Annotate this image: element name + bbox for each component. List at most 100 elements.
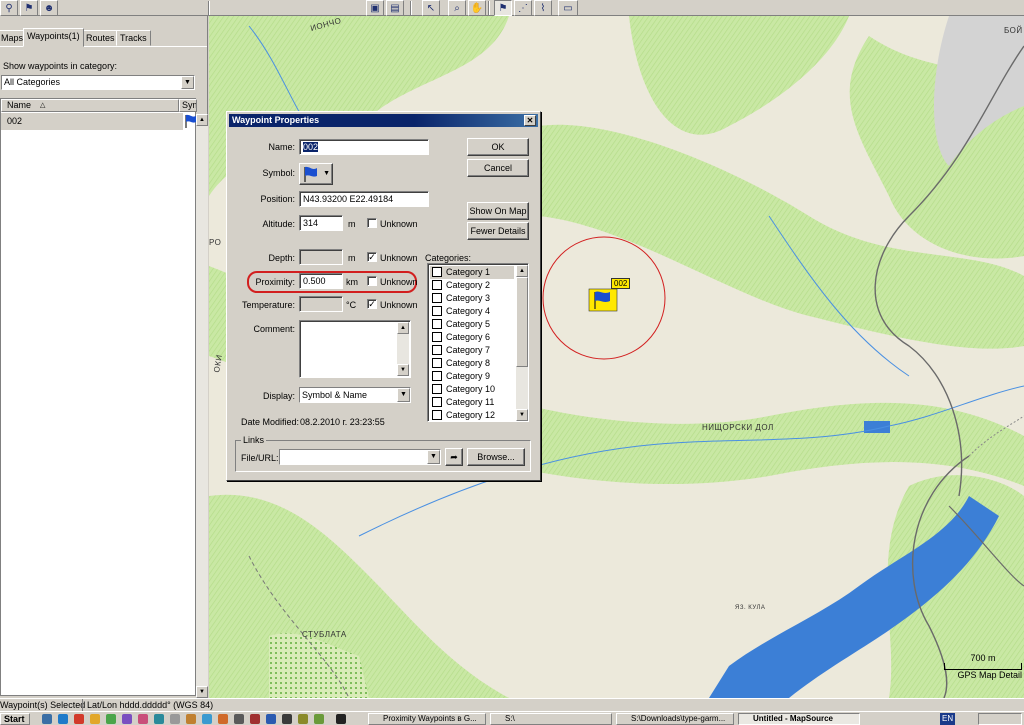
- print-icon[interactable]: ▤: [386, 0, 404, 16]
- scroll-up-icon[interactable]: ▲: [397, 322, 409, 334]
- cancel-button[interactable]: Cancel: [467, 159, 529, 177]
- display-select[interactable]: Symbol & Name ▼: [299, 387, 411, 403]
- depth-field[interactable]: [299, 249, 343, 265]
- find-user-icon[interactable]: ☻: [40, 0, 58, 16]
- category-checkbox[interactable]: [432, 319, 442, 329]
- temperature-field[interactable]: [299, 296, 343, 312]
- category-item[interactable]: Category 4: [432, 305, 490, 318]
- select-tool-icon[interactable]: ↖: [422, 0, 440, 16]
- category-checkbox[interactable]: [432, 410, 442, 420]
- depth-unknown-checkbox[interactable]: ✓: [367, 252, 377, 262]
- scroll-up-icon[interactable]: ▲: [196, 114, 208, 126]
- column-header-sym[interactable]: Sym: [179, 99, 197, 112]
- terminal-icon[interactable]: [234, 714, 244, 724]
- category-item[interactable]: Category 11: [432, 396, 494, 409]
- comment-textarea[interactable]: [299, 320, 411, 378]
- word-icon[interactable]: [266, 714, 276, 724]
- tab-routes[interactable]: Routes: [82, 30, 119, 46]
- task-proximity-article[interactable]: Proximity Waypoints в G...: [368, 713, 486, 725]
- file-url-input[interactable]: ▼: [279, 449, 441, 465]
- zoom-tool-icon[interactable]: ⌕: [448, 0, 466, 16]
- media-icon[interactable]: [250, 714, 260, 724]
- category-item[interactable]: Category 10: [432, 383, 495, 396]
- app-icon[interactable]: [106, 714, 116, 724]
- categories-scrollbar[interactable]: ▲ ▼: [516, 265, 528, 421]
- category-checkbox[interactable]: [432, 267, 442, 277]
- close-icon[interactable]: ✕: [524, 115, 536, 126]
- route-tool-icon[interactable]: ⋰: [514, 0, 532, 16]
- proximity-unknown-checkbox[interactable]: [367, 276, 377, 286]
- category-item[interactable]: Category 7: [432, 344, 490, 357]
- track-tool-icon[interactable]: ⌇: [534, 0, 552, 16]
- category-item[interactable]: Category 2: [432, 279, 490, 292]
- column-header-name[interactable]: Name △: [1, 99, 179, 112]
- proximity-field[interactable]: 0.500: [299, 273, 343, 289]
- waypoint-tool-icon[interactable]: ⚑: [494, 0, 512, 16]
- category-item[interactable]: Category 9: [432, 370, 490, 383]
- cmd-icon[interactable]: [282, 714, 292, 724]
- category-item[interactable]: Category 3: [432, 292, 490, 305]
- category-item[interactable]: Category 8: [432, 357, 490, 370]
- chevron-down-icon[interactable]: ▼: [181, 76, 194, 89]
- tab-tracks[interactable]: Tracks: [116, 30, 151, 46]
- symbol-picker[interactable]: ▼: [299, 163, 333, 185]
- mail-icon[interactable]: [202, 714, 212, 724]
- category-checkbox[interactable]: [432, 280, 442, 290]
- measure-tool-icon[interactable]: ▭: [558, 0, 578, 16]
- category-checkbox[interactable]: [432, 332, 442, 342]
- player-icon[interactable]: [122, 714, 132, 724]
- category-checkbox[interactable]: [432, 345, 442, 355]
- altitude-field[interactable]: 314: [299, 215, 343, 231]
- temperature-unknown-checkbox[interactable]: ✓: [367, 299, 377, 309]
- editor-icon[interactable]: [186, 714, 196, 724]
- desktop-icon[interactable]: [42, 714, 52, 724]
- scroll-up-icon[interactable]: ▲: [516, 265, 528, 277]
- browser-icon[interactable]: [58, 714, 68, 724]
- language-indicator[interactable]: EN: [940, 713, 956, 725]
- ok-button[interactable]: OK: [467, 138, 529, 156]
- archive-icon[interactable]: [298, 714, 308, 724]
- tool-icon[interactable]: [154, 714, 164, 724]
- category-checkbox[interactable]: [432, 397, 442, 407]
- opera-icon[interactable]: [74, 714, 84, 724]
- dialog-titlebar[interactable]: Waypoint Properties ✕: [229, 114, 538, 127]
- pan-tool-icon[interactable]: ✋: [468, 0, 486, 16]
- show-on-map-button[interactable]: Show On Map: [467, 202, 529, 220]
- category-item[interactable]: Category 12: [432, 409, 495, 421]
- name-field[interactable]: 002: [299, 139, 429, 155]
- fewer-details-button[interactable]: Fewer Details: [467, 222, 529, 240]
- category-item[interactable]: Category 5: [432, 318, 490, 331]
- save-waypoint-icon[interactable]: ▣: [366, 0, 384, 16]
- scroll-down-icon[interactable]: ▼: [516, 409, 528, 421]
- shortcut-icon[interactable]: [336, 714, 346, 724]
- category-checkbox[interactable]: [432, 358, 442, 368]
- chevron-down-icon[interactable]: ▼: [427, 450, 440, 464]
- position-field[interactable]: N43.93200 E22.49184: [299, 191, 429, 207]
- find-next-icon[interactable]: ⚑: [20, 0, 38, 16]
- waypoint-map-label[interactable]: 002: [611, 278, 631, 289]
- task-downloads-folder[interactable]: S:\Downloads\type-garm...: [616, 713, 734, 725]
- scroll-thumb[interactable]: [516, 277, 528, 367]
- category-checkbox[interactable]: [432, 371, 442, 381]
- chat-icon[interactable]: [138, 714, 148, 724]
- comment-scrollbar[interactable]: ▲ ▼: [397, 322, 409, 376]
- category-checkbox[interactable]: [432, 384, 442, 394]
- firefox-icon[interactable]: [218, 714, 228, 724]
- browse-button[interactable]: Browse...: [467, 448, 525, 466]
- task-mapsource[interactable]: Untitled - MapSource: [738, 713, 860, 725]
- scroll-down-icon[interactable]: ▼: [397, 364, 409, 376]
- settings-icon[interactable]: [170, 714, 180, 724]
- scroll-down-icon[interactable]: ▼: [196, 686, 208, 698]
- list-scrollbar[interactable]: ▲ ▼: [196, 114, 208, 698]
- find-icon[interactable]: ⚲: [0, 0, 18, 16]
- category-item[interactable]: Category 6: [432, 331, 490, 344]
- open-link-button[interactable]: ➦: [445, 448, 463, 466]
- altitude-unknown-checkbox[interactable]: [367, 218, 377, 228]
- tab-waypoints[interactable]: Waypoints(1): [23, 28, 84, 47]
- start-button[interactable]: Start: [0, 713, 30, 725]
- task-s-drive[interactable]: S:\: [490, 713, 612, 725]
- category-item[interactable]: Category 1: [430, 266, 514, 279]
- table-row[interactable]: 002: [1, 113, 183, 130]
- category-checkbox[interactable]: [432, 293, 442, 303]
- category-filter-select[interactable]: All Categories ▼: [1, 75, 195, 90]
